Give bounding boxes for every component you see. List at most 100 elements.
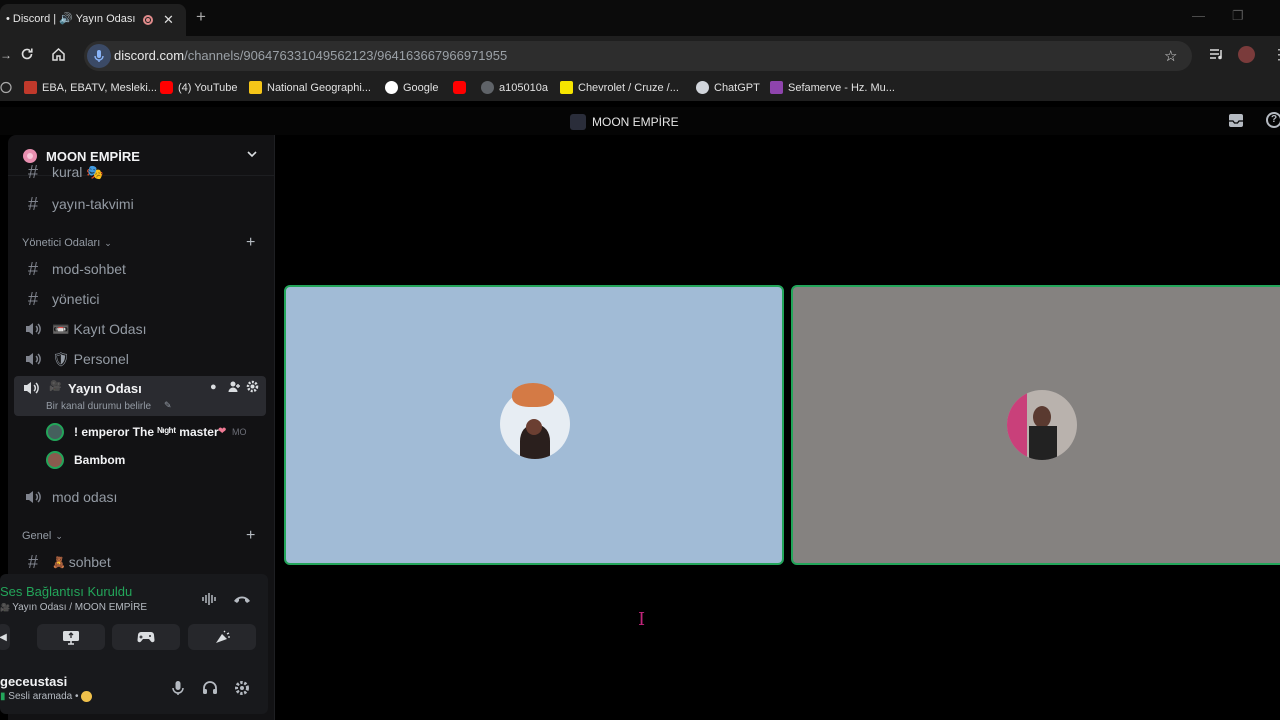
add-member-icon[interactable] — [228, 380, 241, 393]
username[interactable]: geceustasi — [0, 674, 67, 689]
bookmark-star-icon[interactable]: ☆ — [1164, 47, 1177, 65]
channel-name: yayın-takvimi — [52, 196, 134, 212]
channel-status-text[interactable]: Bir kanal durumu belirle — [46, 401, 151, 412]
channel-sohbet[interactable]: # 🧸 sohbet — [14, 548, 266, 576]
member-name: Bambom — [74, 453, 126, 467]
avatar — [46, 423, 64, 441]
profile-avatar[interactable] — [1238, 46, 1255, 63]
channel-personel[interactable]: 🛡 Personel — [14, 345, 266, 373]
bookmark-globe-icon[interactable] — [0, 81, 12, 94]
back-icon[interactable]: → — [0, 48, 12, 62]
play-icon — [453, 81, 466, 94]
bookmark-label: Google — [403, 81, 439, 94]
channel-name: 📼 Kayıt Odası — [52, 320, 147, 337]
speaker-icon — [22, 321, 44, 337]
bookmark-a105010a[interactable]: a105010a — [481, 81, 548, 94]
avatar-head — [1033, 406, 1051, 428]
disconnect-icon[interactable] — [233, 594, 251, 604]
add-channel-icon[interactable]: + — [246, 234, 255, 252]
category-genel[interactable]: Genel ⌄ — [22, 530, 63, 542]
discord-title-bar: MOON EMPİRE ? — [0, 107, 1280, 135]
speaker-icon — [22, 351, 44, 367]
speaker-icon — [22, 489, 44, 505]
text-cursor-icon: I — [638, 609, 646, 630]
noise-suppression-icon[interactable] — [202, 592, 218, 606]
bookmark-label: (4) YouTube — [178, 81, 238, 94]
help-icon[interactable]: ? — [1266, 112, 1280, 128]
camera-button[interactable]: ◀ — [0, 624, 10, 650]
member-name: ! emperor The ᴺᶦᵍʰᵗ master — [74, 425, 219, 439]
bookmark-eba[interactable]: EBA, EBATV, Mesleki... — [24, 81, 157, 94]
edit-pencil-icon[interactable]: ✎ — [164, 400, 172, 411]
home-icon[interactable] — [51, 47, 66, 61]
screen-share-button[interactable] — [37, 624, 105, 650]
channel-name: yönetici — [52, 291, 100, 307]
emoji-status-icon — [81, 691, 93, 702]
bookmark-label: a105010a — [499, 81, 548, 94]
category-yonetici[interactable]: Yönetici Odaları ⌄ — [22, 237, 112, 249]
close-tab-icon[interactable]: ✕ — [163, 12, 174, 28]
user-settings-gear-icon[interactable] — [234, 680, 250, 696]
window-server-title: MOON EMPİRE — [570, 114, 679, 130]
server-title-text: MOON EMPİRE — [592, 115, 679, 129]
settings-gear-icon[interactable] — [246, 380, 259, 393]
bookmark-label: Sefamerve - Hz. Mu... — [788, 81, 895, 94]
youtube-icon — [160, 81, 173, 94]
channel-mod-odasi[interactable]: mod odası — [14, 483, 266, 511]
url-host: discord.com — [114, 48, 185, 63]
maximize-icon[interactable]: ❐ — [1232, 8, 1244, 24]
gamepad-icon — [137, 632, 155, 643]
channel-yayin-takvimi[interactable]: # yayın-takvimi — [14, 190, 266, 218]
bookmark-natgeo[interactable]: National Geographi... — [249, 81, 371, 94]
voice-connected-status[interactable]: Ses Bağlantısı Kuruldu — [0, 584, 132, 599]
add-channel-icon[interactable]: + — [246, 527, 255, 545]
menu-icon[interactable]: ⋮ — [1272, 46, 1280, 63]
bookmark-red-play[interactable] — [453, 81, 466, 94]
voice-location[interactable]: 🎥 Yayın Odası / MOON EMPİRE — [0, 602, 147, 613]
chat-bubble-icon[interactable]: ● — [210, 381, 217, 393]
camera-icon: ◀ — [0, 631, 7, 643]
headphones-icon[interactable] — [202, 680, 218, 695]
channel-name: 🛡 Personel — [52, 350, 129, 367]
voice-location-text: Yayın Odası / MOON EMPİRE — [12, 602, 148, 613]
channel-yayin-odasi-active[interactable]: 🎥 Yayın Odası Bir kanal durumu belirle ✎… — [14, 376, 266, 416]
avatar-head — [526, 419, 542, 435]
chevron-down-icon[interactable] — [246, 148, 258, 160]
voice-tile-bambom[interactable] — [791, 285, 1280, 565]
bookmark-chatgpt[interactable]: ChatGPT — [696, 81, 760, 94]
sefamerve-icon — [770, 81, 783, 94]
cat-decoration — [512, 383, 554, 407]
channel-kayit-odasi[interactable]: 📼 Kayıt Odası — [14, 315, 266, 343]
new-tab-icon[interactable]: + — [196, 7, 206, 27]
heart-icon: ❤ — [218, 426, 227, 437]
channel-yonetici[interactable]: # yönetici — [14, 285, 266, 313]
bookmark-youtube[interactable]: (4) YouTube — [160, 81, 238, 94]
channel-emoji-icon: 🧸 — [52, 556, 66, 569]
channel-kural[interactable]: # kural 🎭 — [14, 162, 266, 182]
soundboard-button[interactable] — [188, 624, 256, 650]
media-control-icon[interactable] — [1209, 47, 1224, 61]
minimize-icon[interactable]: — — [1192, 8, 1205, 23]
channel-name: Yayın Odası — [68, 381, 142, 396]
channel-mod-sohbet[interactable]: # mod-sohbet — [14, 255, 266, 283]
server-icon — [570, 114, 586, 130]
screen-share-icon — [63, 630, 79, 645]
bookmark-label: ChatGPT — [714, 81, 760, 94]
address-bar[interactable]: discord.com/channels/906476331049562123/… — [84, 41, 1192, 71]
inbox-icon[interactable] — [1228, 113, 1244, 128]
microphone-icon[interactable] — [172, 680, 184, 696]
reload-icon[interactable] — [20, 47, 34, 61]
avatar-pink-area — [1007, 390, 1027, 460]
browser-tab[interactable]: • Discord | 🔊 Yayın Odası ✕ — [0, 4, 186, 36]
voice-member-emperor[interactable]: ! emperor The ᴺᶦᵍʰᵗ master ❤ MO — [46, 422, 266, 444]
google-icon — [385, 81, 398, 94]
activities-button[interactable] — [112, 624, 180, 650]
voice-tile-emperor[interactable] — [284, 285, 784, 565]
chatgpt-icon — [696, 81, 709, 94]
url-text: discord.com/channels/906476331049562123/… — [114, 48, 507, 63]
site-info-icon[interactable] — [87, 44, 111, 68]
bookmark-chevrolet[interactable]: Chevrolet / Cruze /... — [560, 81, 679, 94]
bookmark-google[interactable]: Google — [385, 81, 438, 94]
bookmark-sefamerve[interactable]: Sefamerve - Hz. Mu... — [770, 81, 895, 94]
voice-member-bambom[interactable]: Bambom — [46, 450, 266, 472]
